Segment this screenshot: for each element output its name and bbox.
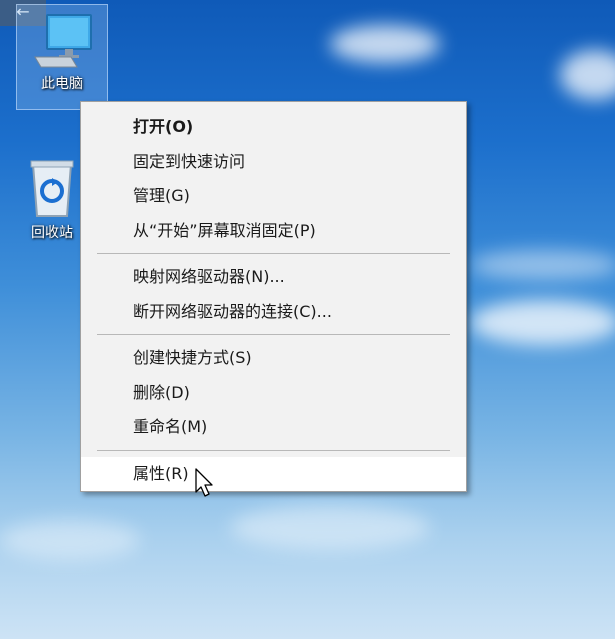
cloud-decoration (470, 250, 615, 280)
menu-item-create-shortcut[interactable]: 创建快捷方式(S) (81, 341, 466, 376)
desktop: ← 此电脑 回收站 打开(O) 固定到快速访问 管理(G) 从“开始”屏幕取消固… (0, 0, 615, 639)
menu-item-manage[interactable]: 管理(G) (81, 179, 466, 214)
menu-item-disconnect-network-drive[interactable]: 断开网络驱动器的连接(C)... (81, 295, 466, 330)
menu-item-unpin-start[interactable]: 从“开始”屏幕取消固定(P) (81, 214, 466, 249)
desktop-icon-label: 此电脑 (41, 76, 83, 92)
menu-item-rename[interactable]: 重命名(M) (81, 410, 466, 445)
cloud-decoration (470, 300, 615, 345)
cloud-decoration (0, 520, 140, 560)
cloud-decoration (330, 25, 440, 63)
menu-item-delete[interactable]: 删除(D) (81, 376, 466, 411)
cloud-decoration (560, 50, 615, 100)
context-menu: 打开(O) 固定到快速访问 管理(G) 从“开始”屏幕取消固定(P) 映射网络驱… (80, 101, 467, 492)
desktop-icon-this-pc[interactable]: 此电脑 (16, 4, 108, 110)
menu-separator (97, 334, 450, 335)
menu-separator (97, 449, 450, 451)
menu-item-pin-quick-access[interactable]: 固定到快速访问 (81, 145, 466, 180)
mouse-cursor-icon (195, 468, 213, 497)
menu-item-open[interactable]: 打开(O) (81, 110, 466, 145)
menu-item-properties[interactable]: 属性(R) (81, 456, 466, 491)
computer-icon (34, 14, 92, 68)
recycle-bin-icon (30, 160, 74, 217)
menu-separator (97, 253, 450, 254)
cloud-decoration (230, 505, 430, 550)
menu-item-map-network-drive[interactable]: 映射网络驱动器(N)... (81, 260, 466, 295)
